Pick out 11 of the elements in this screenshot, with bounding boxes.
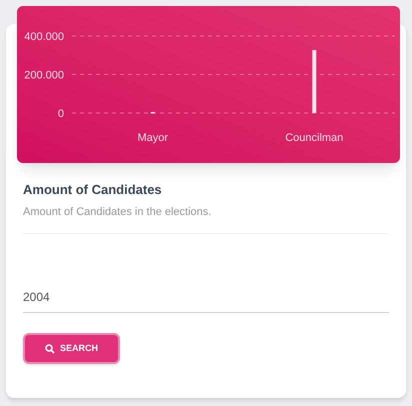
search-icon <box>45 344 55 354</box>
card-title: Amount of Candidates <box>23 181 163 199</box>
card-subtitle: Amount of Candidates in the elections. <box>23 204 212 220</box>
x-axis-label: Mayor <box>137 132 168 144</box>
search-button[interactable]: SEARCH <box>23 333 120 364</box>
year-field[interactable]: 2004 <box>23 288 389 313</box>
bar <box>312 50 316 113</box>
y-tick-label: 400.000 <box>24 31 64 43</box>
y-tick-label: 200.000 <box>24 70 64 82</box>
y-tick-label: 0 <box>58 108 64 120</box>
x-axis-label: Councilman <box>285 132 344 144</box>
